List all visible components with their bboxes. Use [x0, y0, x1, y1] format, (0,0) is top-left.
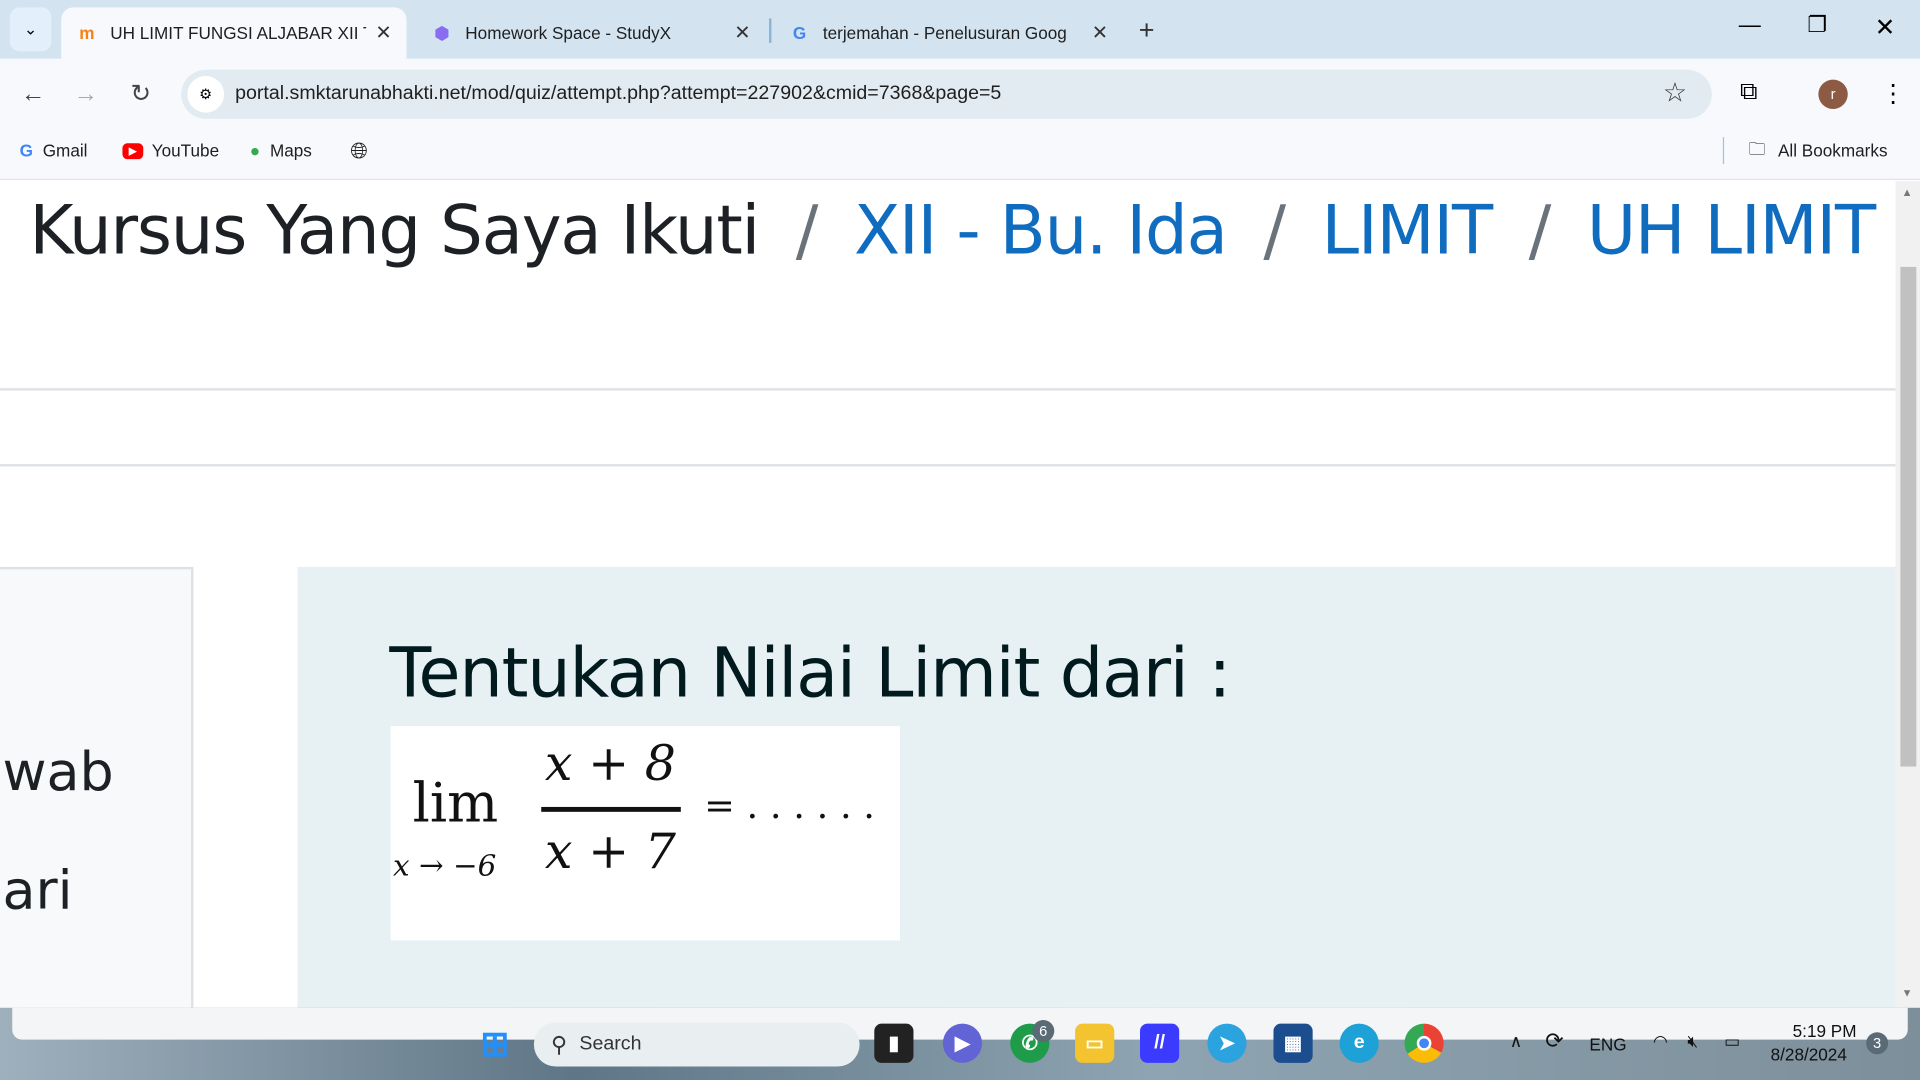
clock-date[interactable]: 8/28/2024 [1771, 1044, 1847, 1064]
battery-icon[interactable]: ▭ [1724, 1031, 1740, 1052]
breadcrumb-link-limit[interactable]: LIMIT [1322, 191, 1494, 269]
info-text: ari [2, 859, 73, 923]
close-tab-icon[interactable]: ✕ [1092, 21, 1108, 45]
breadcrumb-link-quiz[interactable]: UH LIMIT FU [1587, 191, 1896, 269]
show-hidden-icons[interactable]: ∧ [1510, 1031, 1523, 1052]
formula-lim: lim [412, 772, 499, 836]
chrome-icon[interactable] [1404, 1023, 1444, 1063]
restore-button[interactable]: ❐ [1807, 12, 1827, 38]
folder-icon: 🗀 [1748, 138, 1766, 158]
divider [0, 464, 1896, 467]
site-info-icon[interactable]: ⚙ [187, 75, 225, 113]
screen: ⌄ m UH LIMIT FUNGSI ALJABAR XII T ✕ ⬢ Ho… [0, 0, 1920, 1080]
maps-pin-icon: ● [249, 140, 261, 161]
clock-time[interactable]: 5:19 PM [1793, 1021, 1857, 1041]
bookmarks-divider [1722, 137, 1725, 165]
minimize-button[interactable]: — [1739, 12, 1761, 38]
notification-badge[interactable]: 3 [1866, 1032, 1889, 1055]
bookmark-youtube[interactable]: ▶ YouTube [122, 137, 219, 164]
fraction-bar [541, 806, 681, 812]
close-tab-icon[interactable]: ✕ [375, 21, 391, 45]
bookmark-gmail[interactable]: G Gmail [20, 137, 88, 164]
studyx-icon: ⬢ [434, 22, 450, 43]
avatar[interactable]: r [1818, 79, 1848, 109]
address-bar[interactable]: ⚙ portal.smktarunabhakti.net/mod/quiz/at… [181, 69, 1712, 119]
formula-image: lim x → −6 x + 8 x + 7 = . . . . . . [390, 726, 900, 941]
formula-equals: = . . . . . . [704, 784, 875, 828]
bookmark-maps[interactable]: ● Maps [250, 137, 312, 164]
scroll-down-icon[interactable]: ▼ [1902, 987, 1913, 999]
close-window-button[interactable]: ✕ [1875, 12, 1896, 43]
google-icon: G [19, 140, 33, 161]
formula-numerator: x + 8 [544, 735, 676, 793]
question-info-panel: wab ari [0, 566, 194, 1008]
forward-button[interactable]: → [70, 78, 102, 110]
scroll-thumb[interactable] [1900, 266, 1917, 767]
breadcrumb-link-course[interactable]: XII - Bu. Ida [854, 191, 1228, 269]
menu-icon[interactable]: ⋮ [1881, 78, 1905, 109]
close-tab-icon[interactable]: ✕ [734, 21, 750, 45]
bookmark-star-icon[interactable]: ☆ [1663, 77, 1687, 109]
extensions-icon[interactable]: ⧉ [1740, 78, 1757, 106]
breadcrumb-separator: / [1528, 191, 1552, 270]
wifi-icon[interactable]: ◠ [1653, 1031, 1668, 1052]
language-indicator[interactable]: ENG [1589, 1035, 1626, 1055]
edge-icon[interactable]: e [1339, 1023, 1379, 1063]
microsoft-store-icon[interactable]: ▦ [1273, 1023, 1313, 1063]
tab-search-button[interactable]: ⌄ [9, 7, 52, 52]
new-tab-button[interactable]: + [1139, 15, 1155, 47]
task-view-icon[interactable]: ▮ [874, 1023, 914, 1063]
scrollbar[interactable]: ▲ ▼ [1895, 181, 1920, 1008]
youtube-icon: ▶ [122, 142, 144, 159]
teams-icon[interactable]: ▶ [942, 1023, 983, 1063]
question-box: Tentukan Nilai Limit dari : lim x → −6 x… [297, 566, 1896, 1008]
divider [0, 388, 1896, 391]
tab-divider [768, 18, 772, 43]
windows-start-icon[interactable]: ⊞ [475, 1024, 514, 1063]
all-bookmarks-button[interactable]: 🗀 All Bookmarks [1749, 137, 1888, 164]
sync-icon[interactable]: ⟳ [1545, 1029, 1563, 1055]
formula-denominator: x + 7 [544, 824, 676, 881]
question-text: Tentukan Nilai Limit dari : [389, 634, 1231, 714]
telegram-icon[interactable]: ➤ [1207, 1023, 1247, 1063]
breadcrumb-separator: / [795, 191, 819, 270]
google-icon: G [792, 23, 807, 43]
app-icon[interactable]: // [1140, 1023, 1180, 1063]
back-button[interactable]: ← [17, 78, 49, 110]
tab-google[interactable]: G terjemahan - Penelusuran Goog ✕ [774, 7, 1123, 58]
search-box[interactable]: ⚲ Search [533, 1022, 860, 1067]
tab-quiz[interactable]: m UH LIMIT FUNGSI ALJABAR XII T ✕ [61, 7, 407, 59]
globe-icon[interactable]: 🌐︎ [350, 137, 368, 164]
whatsapp-badge: 6 [1032, 1020, 1055, 1043]
reload-button[interactable]: ↻ [125, 78, 157, 110]
search-icon: ⚲ [551, 1031, 568, 1057]
file-explorer-icon[interactable]: ▭ [1075, 1023, 1115, 1063]
url-text[interactable]: portal.smktarunabhakti.net/mod/quiz/atte… [235, 83, 1001, 105]
volume-muted-icon[interactable]: 🔇︎ [1687, 1031, 1698, 1052]
scroll-up-icon[interactable]: ▲ [1902, 186, 1913, 198]
formula-subscript: x → −6 [393, 848, 497, 883]
breadcrumb: Kursus Yang Saya Ikuti / XII - Bu. Ida / LIM… [29, 191, 1895, 269]
breadcrumb-separator: / [1263, 191, 1286, 270]
info-text: wab [2, 740, 114, 804]
page-content: Kursus Yang Saya Ikuti / XII - Bu. Ida / LIM… [0, 181, 1896, 1008]
breadcrumb-item: Kursus Yang Saya Ikuti [29, 191, 760, 270]
moodle-icon: m [79, 23, 95, 43]
tab-strip: ⌄ m UH LIMIT FUNGSI ALJABAR XII T ✕ ⬢ Ho… [0, 0, 1920, 59]
tab-studyx[interactable]: ⬢ Homework Space - StudyX ✕ [416, 7, 765, 58]
